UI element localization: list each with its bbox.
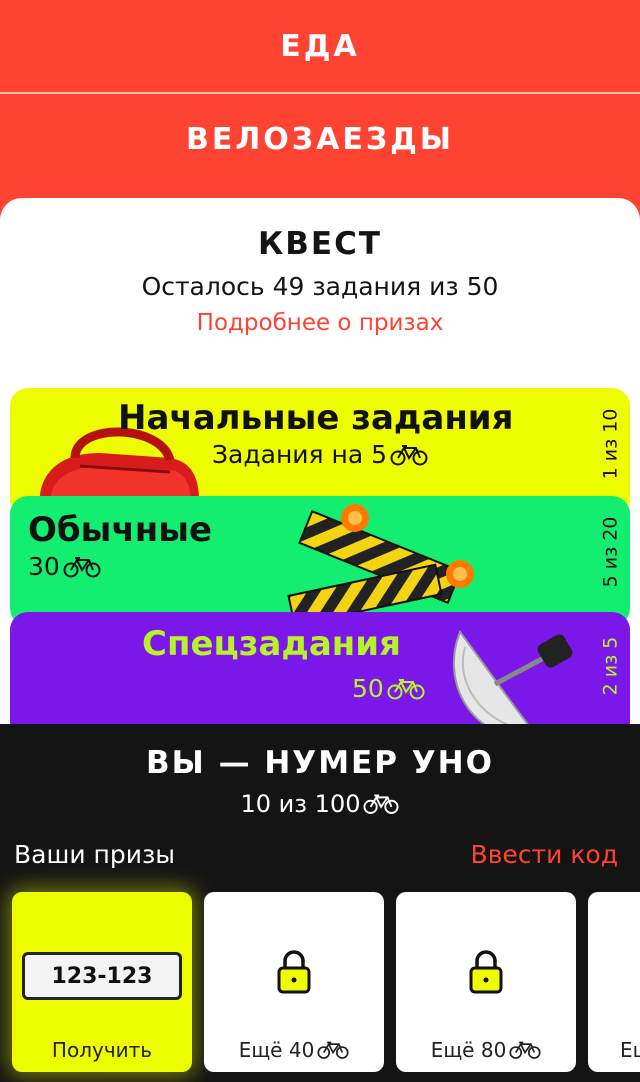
task-card-title: Начальные задания bbox=[118, 398, 514, 438]
task-card-reward: 50 bbox=[352, 674, 384, 703]
task-card-subtitle: 50 bbox=[352, 674, 425, 703]
task-card-reward: 30 bbox=[28, 552, 60, 581]
bicycle-icon bbox=[317, 1041, 349, 1059]
prize-card-unlocked[interactable]: 123-123 Получить bbox=[12, 892, 192, 1072]
promo-code: 123-123 bbox=[22, 952, 182, 1000]
bicycle-icon bbox=[363, 794, 400, 814]
task-card-title: Обычные bbox=[28, 510, 213, 550]
task-card-count: 2 из 5 bbox=[599, 636, 621, 696]
food-button[interactable]: ЕДА bbox=[0, 0, 640, 92]
task-card-subtitle: Задания на 5 bbox=[212, 440, 428, 469]
bicycle-icon bbox=[509, 1041, 541, 1059]
task-card-subtitle: 30 bbox=[28, 552, 101, 581]
your-prizes-label: Ваши призы bbox=[14, 840, 176, 869]
bicycle-icon bbox=[63, 556, 101, 577]
enter-code-link[interactable]: Ввести код bbox=[471, 840, 618, 869]
lock-icon bbox=[277, 950, 311, 994]
lock-icon bbox=[469, 950, 503, 994]
rank-progress: 10 из 100 bbox=[0, 790, 640, 818]
road-barrier-illustration bbox=[287, 504, 474, 626]
prizes-details-link[interactable]: Подробнее о призах bbox=[0, 310, 640, 336]
prize-requirement: Ещё 80 bbox=[396, 1038, 576, 1062]
rank-title: ВЫ — НУМЕР УНО bbox=[146, 745, 494, 781]
prize-requirement: Ещ bbox=[620, 1038, 640, 1062]
prize-card-locked[interactable]: Ещё 40 bbox=[204, 892, 384, 1072]
prize-card-locked[interactable]: Ещ bbox=[588, 892, 640, 1072]
quest-title: КВЕСТ bbox=[257, 226, 383, 262]
bicycle-icon bbox=[390, 444, 428, 465]
task-card-count: 5 из 20 bbox=[599, 516, 622, 588]
prize-requirement: Ещё 40 bbox=[204, 1038, 384, 1062]
task-card-reward: Задания на 5 bbox=[212, 440, 388, 469]
prize-card-locked[interactable]: Ещё 80 bbox=[396, 892, 576, 1072]
quest-remaining-text: Осталось 49 задания из 50 bbox=[141, 272, 499, 301]
task-card-title: Спецзадания bbox=[142, 624, 401, 664]
claim-prize-button[interactable]: Получить bbox=[12, 1038, 192, 1062]
bicycle-icon bbox=[387, 678, 425, 699]
task-card-regular[interactable]: Обычные 30 5 из 20 bbox=[10, 496, 630, 626]
task-card-count: 1 из 10 bbox=[599, 408, 622, 480]
rank-progress-text: 10 из 100 bbox=[240, 790, 361, 818]
